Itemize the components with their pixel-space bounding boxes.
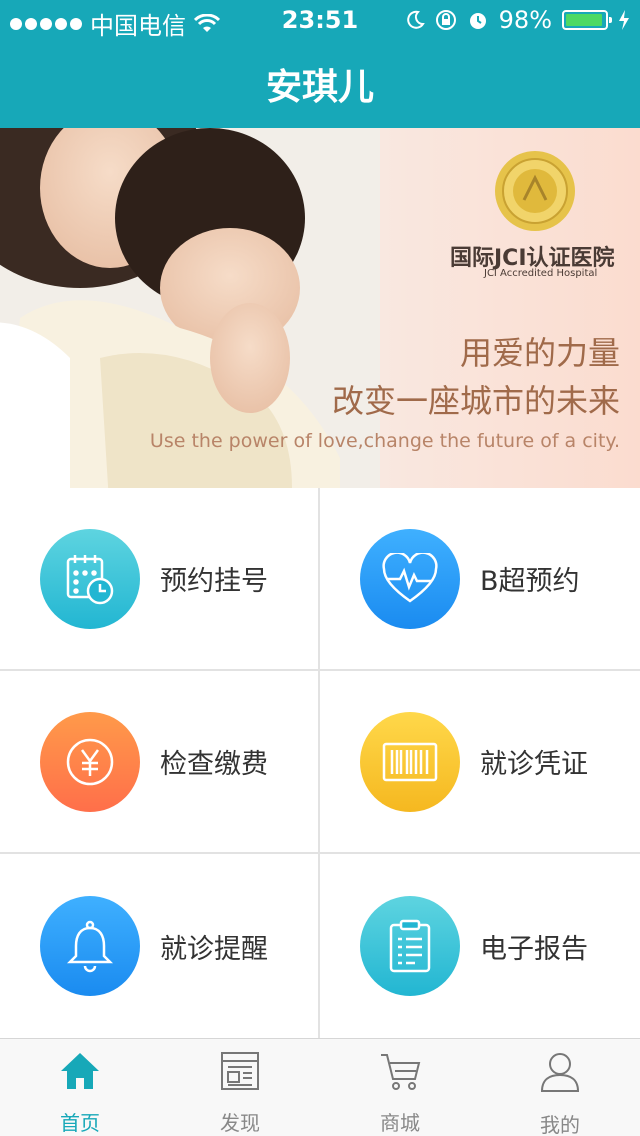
service-ultrasound[interactable]: B超预约 bbox=[320, 488, 640, 671]
moon-icon bbox=[406, 10, 425, 29]
heart-pulse-icon bbox=[360, 528, 460, 629]
yuan-coin-icon bbox=[40, 711, 140, 812]
tab-label: 我的 bbox=[540, 1113, 580, 1136]
tab-shop[interactable]: 商城 bbox=[320, 1039, 480, 1136]
jci-subtitle: JCI Accredited Hospital bbox=[484, 268, 598, 279]
service-label: 预约挂号 bbox=[160, 566, 268, 597]
tab-label: 商城 bbox=[380, 1111, 420, 1135]
nav-bar: 安琪儿 bbox=[0, 40, 640, 128]
service-voucher[interactable]: 就诊凭证 bbox=[320, 671, 640, 854]
status-right: 98% bbox=[405, 6, 630, 34]
barcode-icon bbox=[360, 711, 460, 812]
battery-icon bbox=[562, 10, 612, 30]
slogan-english: Use the power of love,change the future … bbox=[149, 430, 620, 452]
service-appointment[interactable]: 预约挂号 bbox=[0, 488, 320, 671]
page-title: 安琪儿 bbox=[265, 67, 374, 108]
service-label: 就诊凭证 bbox=[480, 749, 588, 780]
home-icon bbox=[57, 1051, 103, 1091]
battery-percent: 98% bbox=[498, 6, 552, 34]
service-label: B超预约 bbox=[480, 566, 580, 597]
tab-bar: 首页 发现 商城 我的 bbox=[0, 1038, 640, 1136]
cart-icon bbox=[377, 1051, 423, 1091]
newspaper-icon bbox=[217, 1051, 263, 1091]
charging-icon bbox=[619, 10, 629, 30]
service-grid: 预约挂号 B超预约 检查缴费 就诊凭证 就诊提醒 电子报告 bbox=[0, 488, 640, 1038]
tab-discover[interactable]: 发现 bbox=[160, 1039, 320, 1136]
hero-banner[interactable]: 国际JCI认证医院 JCI Accredited Hospital 用爱的力量 … bbox=[0, 128, 640, 488]
clipboard-report-icon bbox=[360, 896, 460, 996]
service-report[interactable]: 电子报告 bbox=[320, 854, 640, 1038]
calendar-clock-icon bbox=[40, 528, 140, 629]
service-label: 检查缴费 bbox=[160, 749, 268, 780]
user-icon bbox=[537, 1051, 583, 1093]
service-reminder[interactable]: 就诊提醒 bbox=[0, 854, 320, 1038]
alarm-icon bbox=[469, 13, 486, 29]
slogan-line-2: 改变一座城市的未来 bbox=[331, 382, 620, 420]
tab-label: 发现 bbox=[220, 1111, 260, 1135]
jci-seal-logo bbox=[495, 151, 575, 231]
tab-profile[interactable]: 我的 bbox=[480, 1039, 640, 1136]
bell-icon bbox=[40, 896, 140, 996]
slogan-line-1: 用爱的力量 bbox=[459, 334, 620, 372]
tab-home[interactable]: 首页 bbox=[0, 1039, 160, 1136]
rotation-lock-icon bbox=[435, 10, 456, 30]
status-bar: 中国电信 23:51 98% bbox=[0, 0, 640, 40]
tab-label: 首页 bbox=[60, 1111, 100, 1135]
service-payment[interactable]: 检查缴费 bbox=[0, 671, 320, 854]
service-label: 电子报告 bbox=[480, 933, 588, 965]
service-label: 就诊提醒 bbox=[160, 933, 268, 965]
